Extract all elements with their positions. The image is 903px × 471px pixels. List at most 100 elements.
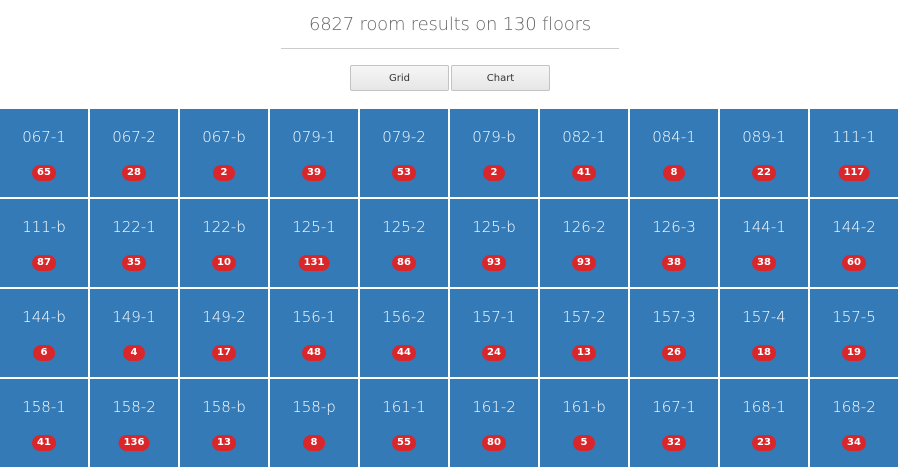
room-count-badge: 38 bbox=[662, 255, 686, 271]
room-tile[interactable]: 111-1 117 bbox=[810, 109, 898, 197]
room-tile-label: 161-b bbox=[562, 398, 606, 416]
room-tile-label: 125-b bbox=[472, 218, 516, 236]
grid-view-button[interactable]: Grid bbox=[350, 65, 449, 91]
room-tile[interactable]: 111-b 87 bbox=[0, 199, 88, 287]
room-tile[interactable]: 161-b 5 bbox=[540, 379, 628, 467]
room-tile[interactable]: 158-2 136 bbox=[90, 379, 178, 467]
room-tile[interactable]: 168-1 23 bbox=[720, 379, 808, 467]
room-tile-label: 149-1 bbox=[112, 308, 156, 326]
room-tile[interactable]: 149-1 4 bbox=[90, 289, 178, 377]
room-tile[interactable]: 156-2 44 bbox=[360, 289, 448, 377]
room-tile-label: 167-1 bbox=[652, 398, 696, 416]
room-count-badge: 4 bbox=[123, 345, 145, 361]
room-tile[interactable]: 157-1 24 bbox=[450, 289, 538, 377]
room-count-badge: 26 bbox=[662, 345, 686, 361]
room-tile-label: 168-1 bbox=[742, 398, 786, 416]
room-count-badge: 24 bbox=[482, 345, 506, 361]
room-count-badge: 41 bbox=[32, 435, 56, 451]
room-tile[interactable]: 067-1 65 bbox=[0, 109, 88, 197]
room-tile[interactable]: 149-2 17 bbox=[180, 289, 268, 377]
room-tile-label: 079-b bbox=[472, 128, 516, 146]
room-tile-label: 125-1 bbox=[292, 218, 336, 236]
chart-view-button[interactable]: Chart bbox=[451, 65, 550, 91]
room-tile[interactable]: 144-2 60 bbox=[810, 199, 898, 287]
room-tile[interactable]: 144-b 6 bbox=[0, 289, 88, 377]
room-tile-label: 067-1 bbox=[22, 128, 66, 146]
room-count-badge: 18 bbox=[752, 345, 776, 361]
room-count-badge: 117 bbox=[838, 165, 870, 181]
room-tile[interactable]: 156-1 48 bbox=[270, 289, 358, 377]
room-tile[interactable]: 158-p 8 bbox=[270, 379, 358, 467]
room-tile[interactable]: 168-2 34 bbox=[810, 379, 898, 467]
room-count-badge: 55 bbox=[392, 435, 416, 451]
room-count-badge: 35 bbox=[122, 255, 146, 271]
room-count-badge: 2 bbox=[213, 165, 235, 181]
room-count-badge: 28 bbox=[122, 165, 146, 181]
room-tile[interactable]: 079-2 53 bbox=[360, 109, 448, 197]
room-count-badge: 13 bbox=[212, 435, 236, 451]
room-tile-label: 158-b bbox=[202, 398, 246, 416]
room-tile[interactable]: 079-b 2 bbox=[450, 109, 538, 197]
room-tile[interactable]: 167-1 32 bbox=[630, 379, 718, 467]
room-tile[interactable]: 067-2 28 bbox=[90, 109, 178, 197]
room-count-badge: 53 bbox=[392, 165, 416, 181]
room-tile-label: 158-2 bbox=[112, 398, 156, 416]
room-tile[interactable]: 158-1 41 bbox=[0, 379, 88, 467]
room-tile-label: 089-1 bbox=[742, 128, 786, 146]
room-tile[interactable]: 125-1 131 bbox=[270, 199, 358, 287]
room-count-badge: 8 bbox=[303, 435, 325, 451]
room-tile-label: 082-1 bbox=[562, 128, 606, 146]
room-tile-label: 156-2 bbox=[382, 308, 426, 326]
room-tile-label: 111-1 bbox=[832, 128, 876, 146]
room-tile[interactable]: 157-5 19 bbox=[810, 289, 898, 377]
room-tile[interactable]: 067-b 2 bbox=[180, 109, 268, 197]
room-count-badge: 93 bbox=[482, 255, 506, 271]
room-tile[interactable]: 157-3 26 bbox=[630, 289, 718, 377]
room-count-badge: 86 bbox=[392, 255, 416, 271]
room-tile[interactable]: 079-1 39 bbox=[270, 109, 358, 197]
room-count-badge: 60 bbox=[842, 255, 866, 271]
room-tile[interactable]: 125-2 86 bbox=[360, 199, 448, 287]
room-tile-label: 158-1 bbox=[22, 398, 66, 416]
title-divider bbox=[281, 48, 619, 49]
room-tile[interactable]: 161-2 80 bbox=[450, 379, 538, 467]
room-tile-label: 126-2 bbox=[562, 218, 606, 236]
room-tile[interactable]: 125-b 93 bbox=[450, 199, 538, 287]
room-tile[interactable]: 126-2 93 bbox=[540, 199, 628, 287]
room-tile-label: 111-b bbox=[22, 218, 66, 236]
room-tile[interactable]: 157-2 13 bbox=[540, 289, 628, 377]
room-count-badge: 93 bbox=[572, 255, 596, 271]
room-tile[interactable]: 084-1 8 bbox=[630, 109, 718, 197]
room-tile-label: 161-1 bbox=[382, 398, 426, 416]
room-tile-label: 084-1 bbox=[652, 128, 696, 146]
room-tile-label: 079-2 bbox=[382, 128, 426, 146]
room-count-badge: 131 bbox=[298, 255, 330, 271]
room-tile[interactable]: 158-b 13 bbox=[180, 379, 268, 467]
room-tile-label: 079-1 bbox=[292, 128, 336, 146]
room-tile-grid: 067-1 65 067-2 28 067-b 2 079-1 39 079-2 53 079-b 2… bbox=[0, 109, 902, 467]
room-count-badge: 22 bbox=[752, 165, 776, 181]
room-count-badge: 44 bbox=[392, 345, 416, 361]
room-tile[interactable]: 126-3 38 bbox=[630, 199, 718, 287]
results-summary-title: 6827 room results on 130 floors bbox=[308, 14, 591, 35]
room-tile[interactable]: 089-1 22 bbox=[720, 109, 808, 197]
view-toggle: Grid Chart bbox=[350, 65, 550, 91]
room-count-badge: 80 bbox=[482, 435, 506, 451]
room-tile-label: 168-2 bbox=[832, 398, 876, 416]
room-count-badge: 136 bbox=[118, 435, 150, 451]
room-count-badge: 6 bbox=[33, 345, 55, 361]
room-count-badge: 41 bbox=[572, 165, 596, 181]
room-tile[interactable]: 144-1 38 bbox=[720, 199, 808, 287]
room-tile-label: 067-b bbox=[202, 128, 246, 146]
room-tile[interactable]: 122-b 10 bbox=[180, 199, 268, 287]
room-tile-label: 157-4 bbox=[742, 308, 786, 326]
room-tile[interactable]: 122-1 35 bbox=[90, 199, 178, 287]
room-count-badge: 38 bbox=[752, 255, 776, 271]
results-header: 6827 room results on 130 floors Grid Cha… bbox=[0, 0, 903, 110]
room-tile[interactable]: 157-4 18 bbox=[720, 289, 808, 377]
room-count-badge: 8 bbox=[663, 165, 685, 181]
room-tile-label: 156-1 bbox=[292, 308, 336, 326]
room-count-badge: 17 bbox=[212, 345, 236, 361]
room-tile[interactable]: 082-1 41 bbox=[540, 109, 628, 197]
room-tile[interactable]: 161-1 55 bbox=[360, 379, 448, 467]
